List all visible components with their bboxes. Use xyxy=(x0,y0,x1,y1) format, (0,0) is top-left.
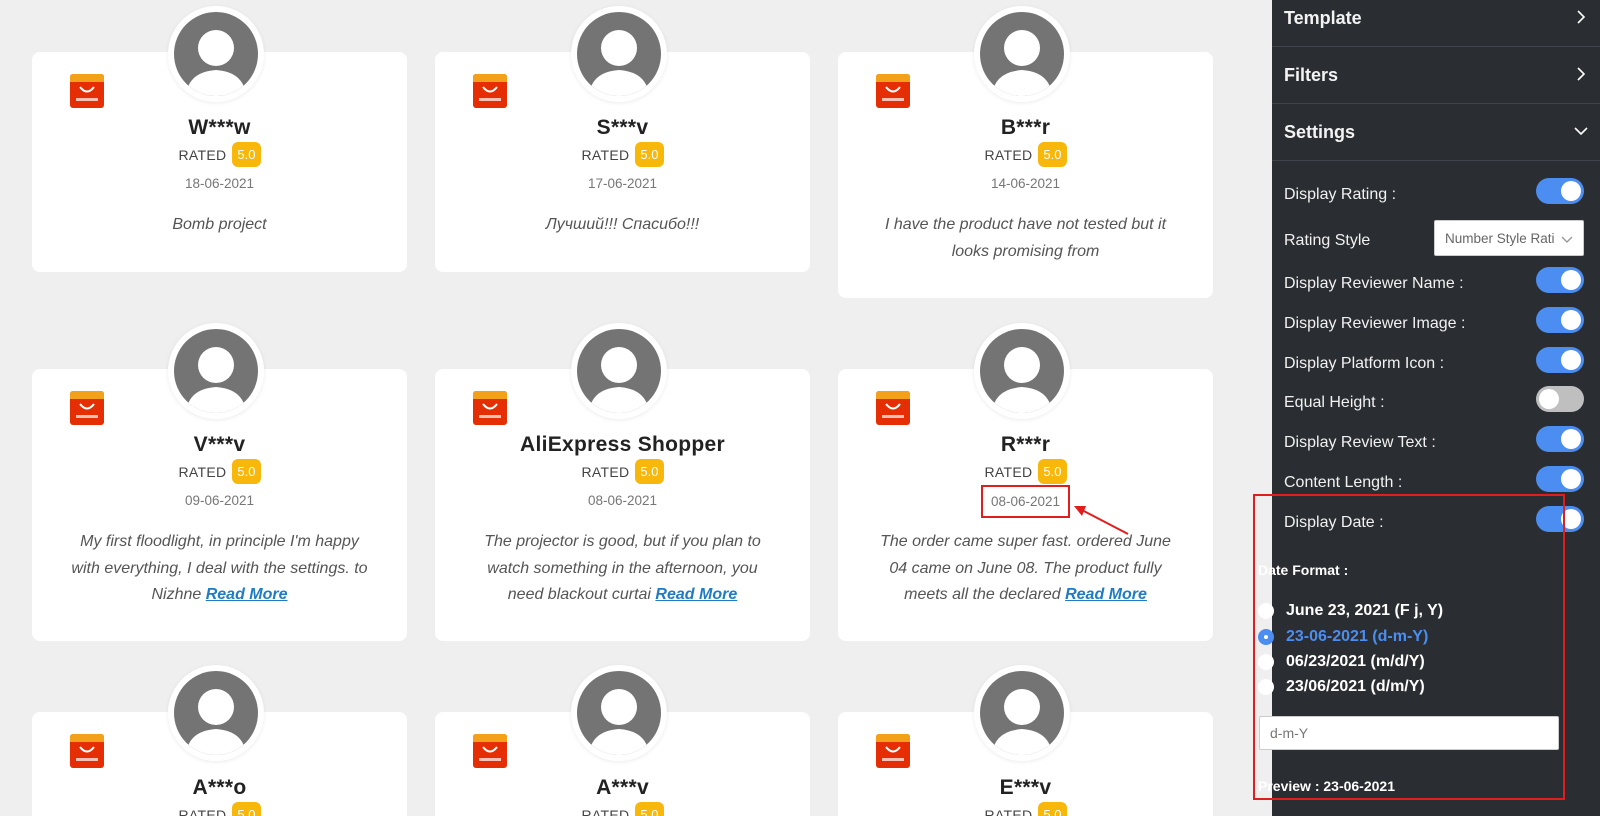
review-text: Лучший!!! Спасибо!!! xyxy=(545,216,700,233)
review-text: Bomb project xyxy=(172,216,267,233)
setting-display-reviewer-name: Display Reviewer Name : xyxy=(1284,267,1584,301)
annotation-arrow-icon xyxy=(1074,506,1129,535)
radio-button[interactable] xyxy=(1258,603,1274,619)
rating-badge: 5.0 xyxy=(1038,459,1067,484)
display-rating-toggle[interactable] xyxy=(1536,178,1584,204)
aliexpress-icon xyxy=(876,734,910,768)
reviewer-name: V***v xyxy=(193,433,246,456)
display-reviewer-name-toggle[interactable] xyxy=(1536,267,1584,293)
rated-label: RATED xyxy=(178,146,227,163)
reviewer-name: A***v xyxy=(596,776,649,799)
date-preview: Preview : 23-06-2021 xyxy=(1258,778,1395,794)
reviewer-avatar xyxy=(974,6,1070,102)
date-format-title: Date Format : xyxy=(1258,562,1349,578)
aliexpress-icon xyxy=(876,391,910,425)
setting-display-reviewer-image: Display Reviewer Image : xyxy=(1284,307,1584,341)
reviewer-name: R***r xyxy=(1000,433,1051,456)
reviewer-name: A***o xyxy=(192,776,247,799)
equal-height-toggle[interactable] xyxy=(1536,386,1584,412)
rating-badge: 5.0 xyxy=(1038,802,1067,816)
display-reviewer-image-toggle[interactable] xyxy=(1536,307,1584,333)
radio-button[interactable] xyxy=(1258,654,1274,670)
reviewer-name: AliExpress Shopper xyxy=(520,433,725,456)
rating-badge: 5.0 xyxy=(635,459,664,484)
reviewer-avatar xyxy=(168,323,264,419)
setting-display-rating: Display Rating : xyxy=(1284,178,1584,212)
radio-button[interactable] xyxy=(1258,629,1274,645)
rated-label: RATED xyxy=(178,463,227,480)
rated-label: RATED xyxy=(178,806,227,816)
section-settings[interactable]: Settings xyxy=(1272,104,1600,161)
aliexpress-icon xyxy=(876,74,910,108)
review-text: The projector is good, but if you plan t… xyxy=(484,533,761,603)
review-date: 14-06-2021 xyxy=(990,176,1061,191)
review-text: My first floodlight, in principle I'm ha… xyxy=(71,533,368,603)
reviewer-name: E***v xyxy=(999,776,1052,799)
chevron-down-icon xyxy=(1574,127,1588,136)
read-more-link[interactable]: Read More xyxy=(1065,586,1147,603)
setting-equal-height: Equal Height : xyxy=(1284,386,1584,420)
section-label: Settings xyxy=(1284,122,1356,142)
aliexpress-icon xyxy=(473,74,507,108)
review-date: 17-06-2021 xyxy=(587,176,658,191)
rated-label: RATED xyxy=(581,463,630,480)
rating-badge: 5.0 xyxy=(232,459,261,484)
aliexpress-icon xyxy=(473,391,507,425)
display-platform-icon-toggle[interactable] xyxy=(1536,347,1584,373)
date-format-option[interactable]: 23-06-2021 (d-m-Y) xyxy=(1258,626,1428,648)
reviewer-avatar xyxy=(974,665,1070,761)
date-format-option[interactable]: 06/23/2021 (m/d/Y) xyxy=(1258,651,1425,673)
rated-label: RATED xyxy=(581,146,630,163)
reviewer-avatar xyxy=(571,6,667,102)
rating-badge: 5.0 xyxy=(635,142,664,167)
reviewer-avatar xyxy=(974,323,1070,419)
review-date: 08-06-2021 xyxy=(587,493,658,508)
review-text: I have the product have not tested but i… xyxy=(884,216,1167,260)
chevron-right-icon xyxy=(1577,67,1586,81)
date-format-option[interactable]: June 23, 2021 (F j, Y) xyxy=(1258,600,1443,622)
aliexpress-icon xyxy=(70,734,104,768)
rated-label: RATED xyxy=(984,146,1033,163)
rating-badge: 5.0 xyxy=(232,802,261,816)
reviewer-avatar xyxy=(168,665,264,761)
content-length-toggle[interactable] xyxy=(1536,466,1584,492)
reviewer-avatar xyxy=(571,323,667,419)
setting-rating-style: Rating Style Number Style Rating xyxy=(1284,220,1584,258)
rated-label: RATED xyxy=(984,463,1033,480)
read-more-link[interactable]: Read More xyxy=(206,586,288,603)
section-filters[interactable]: Filters xyxy=(1272,47,1600,104)
reviewer-avatar xyxy=(168,6,264,102)
rating-badge: 5.0 xyxy=(635,802,664,816)
review-grid: W***w RATED 5.0 18-06-2021 Bomb project S… xyxy=(0,0,1272,816)
display-review-text-toggle[interactable] xyxy=(1536,426,1584,452)
date-format-option[interactable]: 23/06/2021 (d/m/Y) xyxy=(1258,676,1425,698)
radio-button[interactable] xyxy=(1258,679,1274,695)
reviewer-avatar xyxy=(571,665,667,761)
chevron-right-icon xyxy=(1577,10,1586,24)
rating-badge: 5.0 xyxy=(1038,142,1067,167)
rating-badge: 5.0 xyxy=(232,142,261,167)
reviewer-name: B***r xyxy=(1000,116,1051,139)
aliexpress-icon xyxy=(473,734,507,768)
rating-style-select[interactable]: Number Style Rating xyxy=(1434,220,1584,256)
rated-label: RATED xyxy=(984,806,1033,816)
review-date: 08-06-2021 xyxy=(980,485,1071,518)
setting-display-review-text: Display Review Text : xyxy=(1284,426,1584,460)
reviewer-name: S***v xyxy=(596,116,649,139)
review-text: The order came super fast. ordered June … xyxy=(880,533,1171,603)
date-format-input[interactable] xyxy=(1259,716,1559,750)
section-label: Filters xyxy=(1284,65,1339,85)
aliexpress-icon xyxy=(70,74,104,108)
read-more-link[interactable]: Read More xyxy=(655,586,737,603)
review-date: 18-06-2021 xyxy=(184,176,255,191)
section-label: Template xyxy=(1284,8,1362,28)
chevron-down-icon xyxy=(1561,236,1573,243)
rated-label: RATED xyxy=(581,806,630,816)
setting-display-platform-icon: Display Platform Icon : xyxy=(1284,347,1584,381)
aliexpress-icon xyxy=(70,391,104,425)
review-date-highlight: 08-06-2021 xyxy=(838,485,1213,518)
review-date: 09-06-2021 xyxy=(184,493,255,508)
reviewer-name: W***w xyxy=(188,116,251,139)
section-template[interactable]: Template xyxy=(1272,0,1600,47)
